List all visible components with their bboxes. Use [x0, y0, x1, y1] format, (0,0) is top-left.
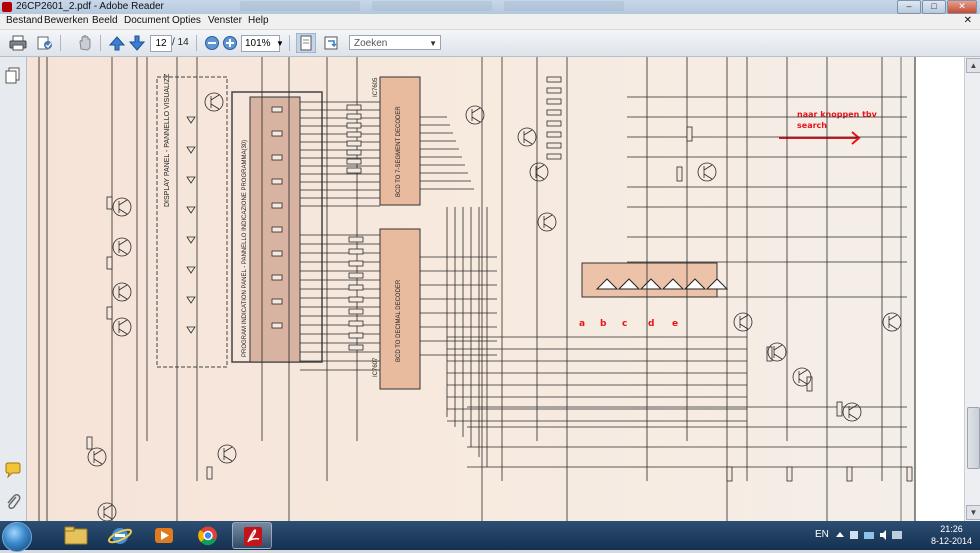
display-panel-label: DISPLAY PANEL - PANNELLO VISUALIZZ	[164, 73, 171, 207]
ic-ref-ic7607: IC7607	[373, 357, 379, 377]
page-total: / 14	[172, 37, 189, 48]
document-view[interactable]: DISPLAY PANEL - PANNELLO VISUALIZZ PROGR…	[27, 57, 964, 521]
notification-icon	[892, 531, 902, 539]
share-collaborate-icon[interactable]	[36, 35, 54, 51]
taskbar-explorer[interactable]	[56, 522, 96, 549]
scrollbar-thumb[interactable]	[967, 407, 980, 469]
label-b: b	[600, 319, 607, 329]
print-icon[interactable]	[9, 35, 27, 51]
toolbar: 12 / 14 101% ▼ Zoeken ▼	[0, 30, 980, 57]
search-dropdown-arrow-icon[interactable]: ▼	[429, 36, 437, 51]
minimize-button[interactable]: –	[897, 0, 921, 14]
system-tray-icons[interactable]	[836, 529, 906, 541]
language-indicator[interactable]: EN	[815, 529, 829, 540]
scroll-up-arrow-icon[interactable]: ▲	[966, 58, 980, 73]
menu-bar: Bestand Bewerken Beeld Document Opties V…	[0, 14, 980, 30]
menu-venster[interactable]: Venster	[208, 15, 242, 26]
taskbar-adobe-reader[interactable]	[232, 522, 272, 549]
annotation-line-2: search	[797, 121, 827, 130]
zoom-in-icon[interactable]	[221, 35, 239, 51]
label-c: c	[622, 319, 627, 329]
fit-page-icon[interactable]	[296, 33, 316, 53]
clock-date: 8-12-2014	[930, 536, 972, 546]
volume-icon	[880, 530, 886, 540]
zoom-level-input[interactable]: 101%	[241, 35, 280, 52]
network-icon	[864, 532, 874, 539]
attachments-icon[interactable]	[5, 493, 21, 511]
scroll-down-arrow-icon[interactable]: ▼	[966, 505, 980, 520]
label-a: a	[579, 319, 585, 329]
label-d: d	[648, 319, 654, 329]
close-document-button[interactable]: ✕	[964, 15, 972, 26]
menu-opties[interactable]: Opties	[172, 15, 201, 26]
adobe-reader-icon	[244, 527, 262, 546]
windows-taskbar: EN 21:26 8-12-2014	[0, 521, 980, 552]
chrome-icon	[198, 526, 217, 546]
search-placeholder: Zoeken	[354, 38, 388, 49]
page-thumbnails-icon[interactable]	[5, 67, 21, 85]
ic-label-7-segment-decoder: BCD TO 7-SEGMENT DECODER	[396, 106, 402, 197]
adobe-reader-app-icon	[2, 2, 12, 12]
taskbar-chrome[interactable]	[188, 522, 228, 549]
menu-bewerken[interactable]: Bewerken	[44, 15, 88, 26]
close-button[interactable]: ✕	[947, 0, 977, 14]
window-title: 26CP2601_2.pdf - Adobe Reader	[16, 1, 164, 12]
rotate-view-icon[interactable]	[322, 35, 340, 51]
internet-explorer-icon	[107, 528, 133, 544]
show-hidden-icons-icon	[836, 532, 844, 537]
vertical-scrollbar[interactable]: ▲ ▼	[964, 57, 980, 521]
maximize-button[interactable]: □	[922, 0, 946, 14]
media-player-icon	[155, 528, 173, 543]
zoom-out-icon[interactable]	[203, 35, 221, 51]
menu-help[interactable]: Help	[248, 15, 269, 26]
clock-time: 21:26	[940, 524, 963, 534]
menu-bestand[interactable]: Bestand	[6, 15, 43, 26]
label-e: e	[672, 319, 678, 329]
navigation-pane	[0, 57, 27, 521]
search-input[interactable]: Zoeken ▼	[349, 35, 441, 50]
program-indication-panel-label: PROGRAM INDICATION PANEL - PANNELLO INDI…	[242, 140, 248, 357]
flag-icon	[850, 531, 858, 539]
taskbar-internet-explorer[interactable]	[100, 522, 140, 549]
start-button[interactable]	[2, 522, 32, 552]
taskbar-media-player[interactable]	[144, 522, 184, 549]
clock[interactable]: 21:26 8-12-2014	[931, 523, 972, 547]
folder-icon	[64, 526, 88, 545]
previous-page-icon[interactable]	[108, 35, 126, 51]
hand-tool-icon[interactable]	[76, 35, 94, 51]
page-number-input[interactable]: 12	[150, 35, 172, 52]
zoom-dropdown-arrow-icon[interactable]: ▼	[276, 39, 284, 48]
window-title-bar: 26CP2601_2.pdf - Adobe Reader – □ ✕	[0, 0, 980, 14]
menu-document[interactable]: Document	[124, 15, 170, 26]
annotation-line-1: naar knoppen tbv	[797, 110, 878, 119]
comments-icon[interactable]	[4, 462, 22, 478]
schematic-diagram: DISPLAY PANEL - PANNELLO VISUALIZZ PROGR…	[27, 57, 964, 521]
background-window-tabs	[240, 1, 660, 13]
menu-beeld[interactable]: Beeld	[92, 15, 118, 26]
ic-label-decimal-decoder: BCD TO DECIMAL DECODER	[396, 279, 402, 362]
ic-ref-ic7605: IC7605	[373, 77, 379, 97]
next-page-icon[interactable]	[128, 35, 146, 51]
